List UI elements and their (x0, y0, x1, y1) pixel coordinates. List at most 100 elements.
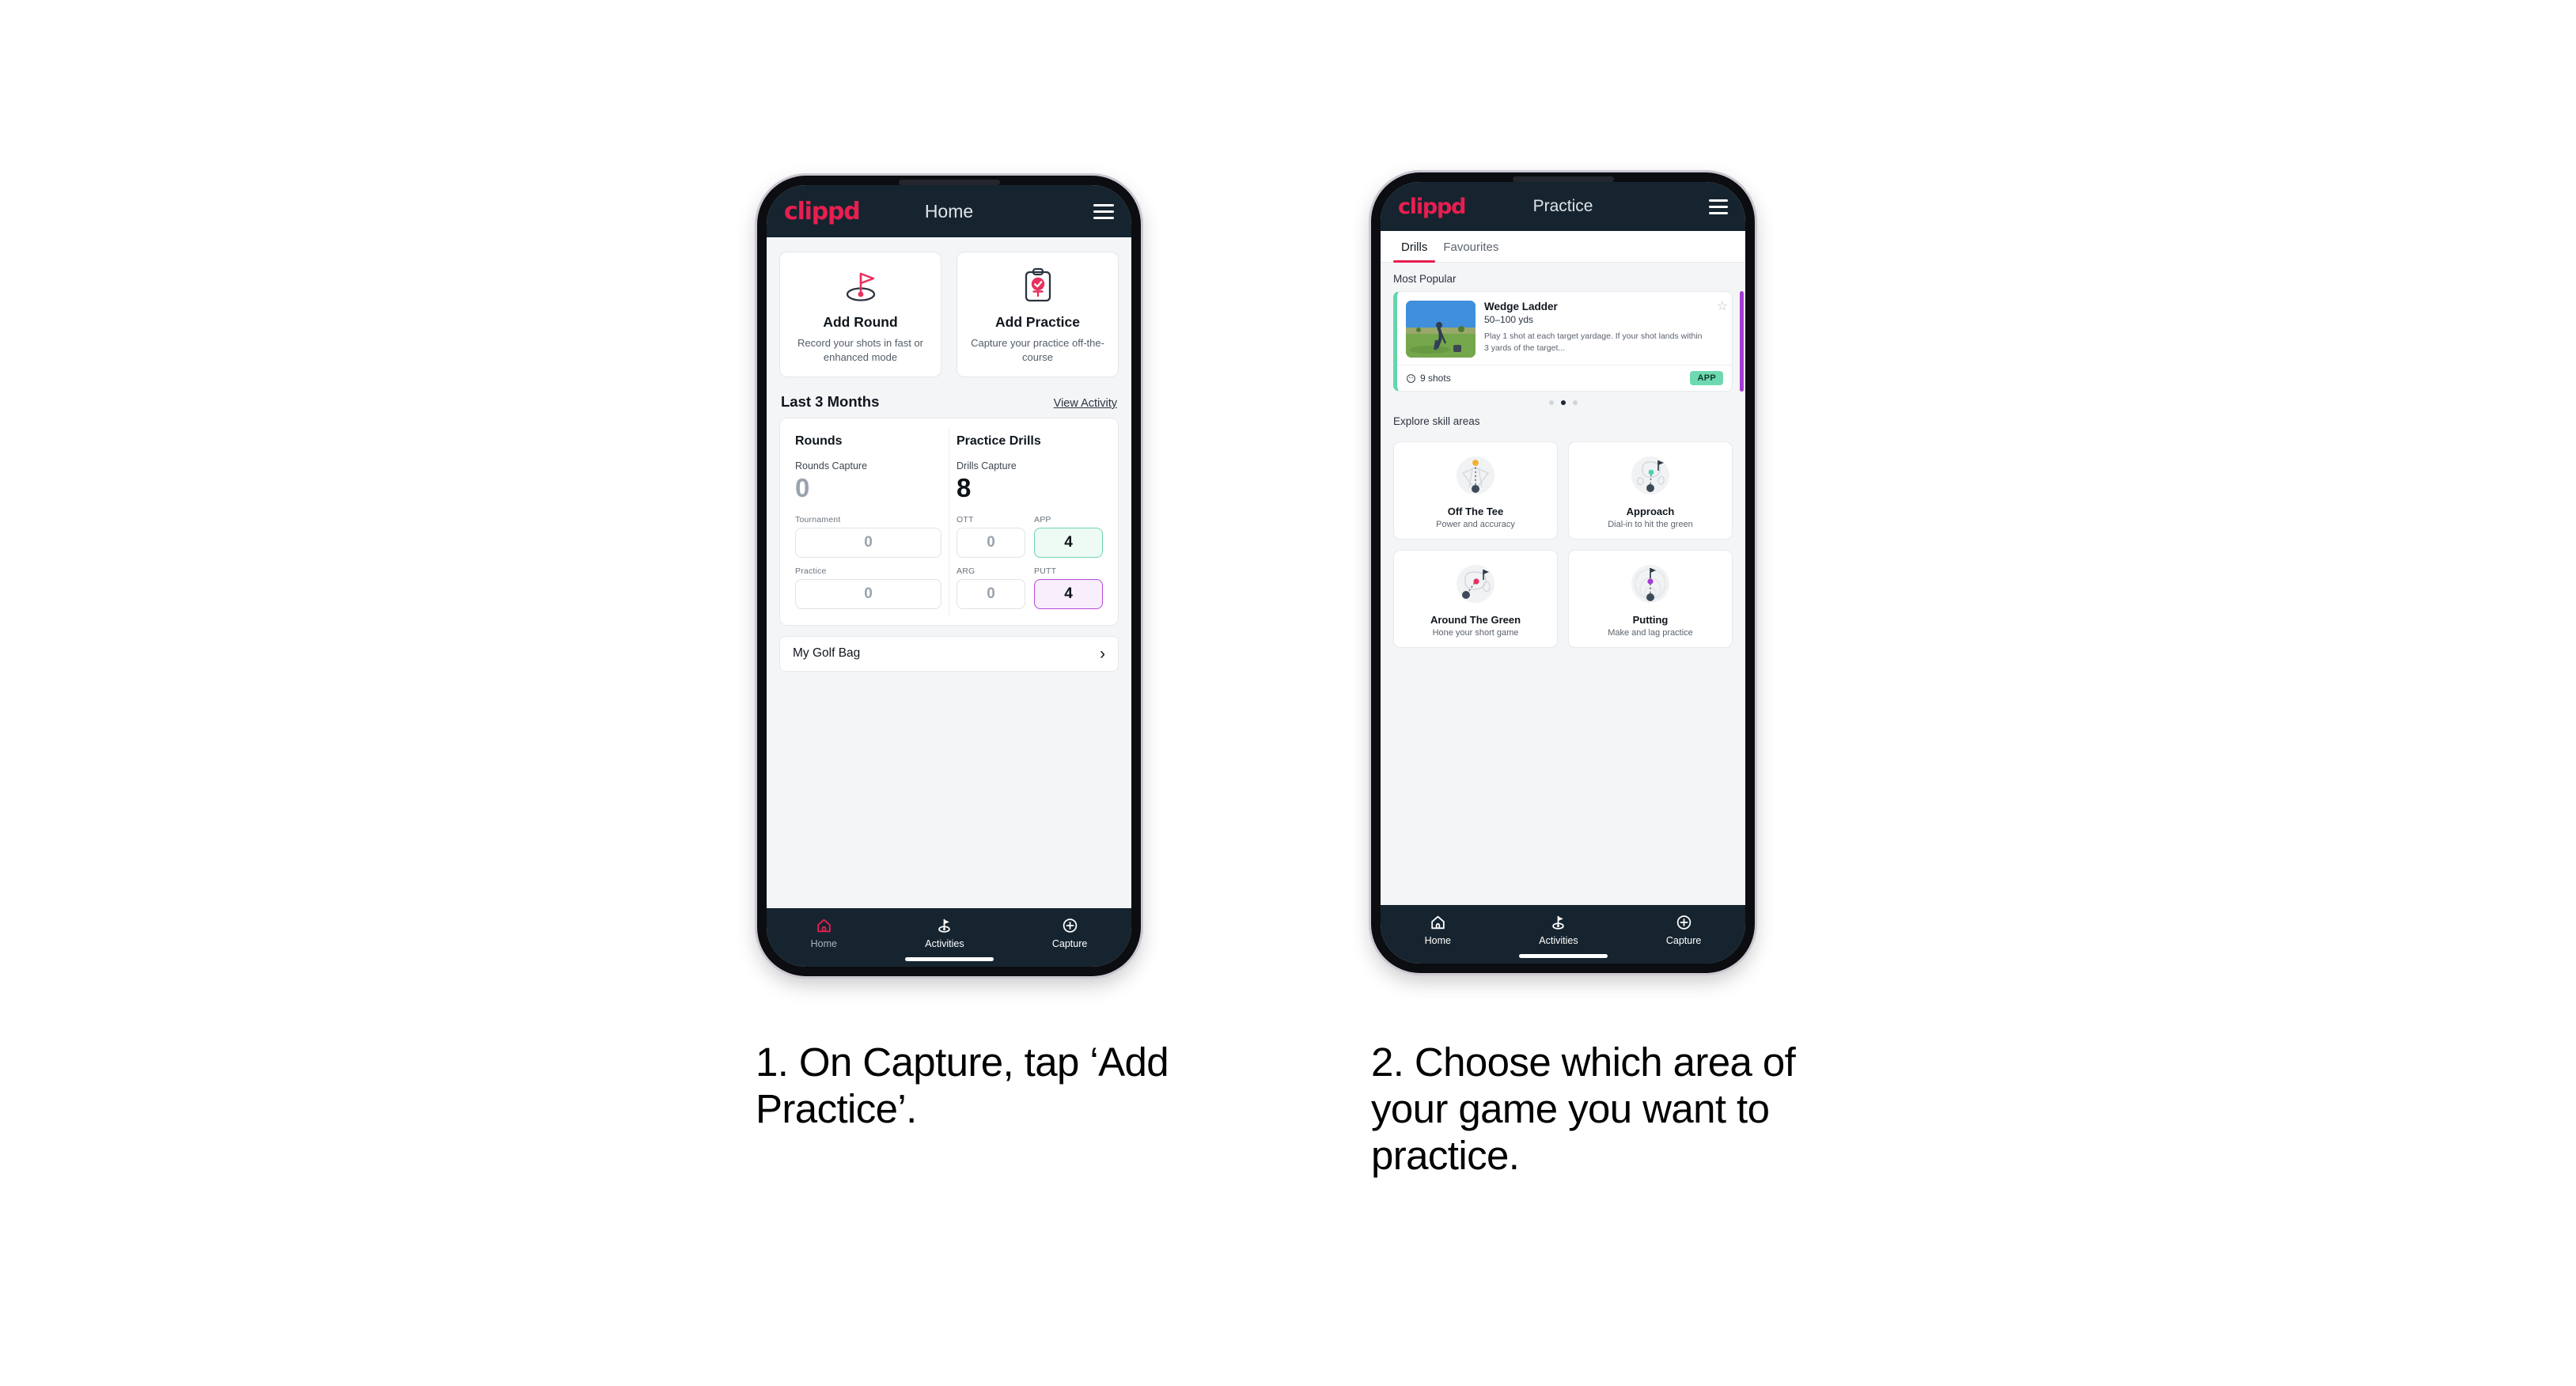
bottom-nav: Home Activities Capture (1381, 905, 1745, 964)
nav-label-activities: Activities (925, 938, 964, 949)
nav-item-home[interactable]: Home (1425, 914, 1451, 946)
carousel-dot-3[interactable] (1572, 400, 1578, 405)
chevron-right-icon: › (1100, 644, 1105, 663)
skill-areas-grid: Off The Tee Power and accuracy Approach … (1381, 434, 1745, 648)
app-bar: clippd Practice (1381, 182, 1745, 231)
tournament-block: Tournament 0 (795, 515, 941, 558)
rounds-capture-value: 0 (795, 472, 810, 502)
drills-heading: Practice Drills (957, 434, 1041, 448)
caption-step-1: 1. On Capture, tap ‘Add Practice’. (756, 1040, 1169, 1132)
home-indicator (904, 957, 994, 961)
nav-label-capture: Capture (1051, 938, 1088, 949)
add-round-card[interactable]: Add Round Record your shots in fast or e… (779, 252, 941, 377)
drill-details: ☆ Wedge Ladder 50–100 yds Play 1 shot at… (1484, 301, 1728, 358)
off-the-tee-icon (1399, 451, 1552, 500)
section-header: Last 3 Months View Activity (767, 377, 1131, 418)
phone-frame: clippd Practice Drills Favourites Most P… (1371, 172, 1755, 973)
drill-card-body: ☆ Wedge Ladder 50–100 yds Play 1 shot at… (1397, 292, 1732, 365)
golf-flag-icon (786, 267, 934, 306)
skill-title: Putting (1632, 614, 1669, 626)
phone-frame: clippd Home Add Round Record your shots … (757, 176, 1141, 976)
rounds-capture-label: Rounds Capture (795, 460, 868, 471)
drill-card[interactable]: ☆ Wedge Ladder 50–100 yds Play 1 shot at… (1393, 291, 1733, 392)
my-golf-bag-label: My Golf Bag (793, 646, 861, 661)
quick-actions-row: Add Round Record your shots in fast or e… (767, 237, 1131, 377)
arg-label: ARG (957, 566, 975, 576)
skill-title: Around The Green (1430, 614, 1521, 626)
add-round-title: Add Round (823, 314, 898, 330)
skill-title: Off The Tee (1447, 506, 1504, 517)
caption-step-2: 2. Choose which area of your game you wa… (1371, 1040, 1796, 1179)
drill-tiles-row-2: ARG 0 PUTT 4 (957, 566, 1103, 609)
approach-icon (1574, 451, 1727, 500)
nav-item-activities[interactable]: Activities (925, 917, 964, 949)
drill-carousel: ☆ Wedge Ladder 50–100 yds Play 1 shot at… (1381, 291, 1745, 392)
putt-label: PUTT (1034, 566, 1057, 576)
hamburger-icon[interactable] (1709, 199, 1728, 214)
skill-subtitle: Hone your short game (1432, 628, 1519, 638)
putt-tile[interactable]: 4 (1034, 578, 1103, 609)
drills-capture-value: 8 (957, 472, 972, 502)
nav-item-home[interactable]: Home (811, 917, 837, 949)
ott-label: OTT (957, 514, 974, 524)
drill-description: Play 1 shot at each target yardage. If y… (1484, 331, 1703, 354)
practice-drills-column: Practice Drills Drills Capture 8 OTT 0 A… (949, 427, 1110, 615)
add-practice-subtitle: Capture your practice off-the-course (971, 337, 1104, 363)
phone-mockup-home: clippd Home Add Round Record your shots … (757, 176, 1141, 976)
next-drill-card-edge[interactable] (1740, 291, 1744, 392)
drills-capture-label: Drills Capture (957, 460, 1017, 471)
clippd-logo[interactable]: clippd (1398, 195, 1467, 219)
nav-item-activities[interactable]: Activities (1539, 914, 1578, 946)
carousel-dot-2[interactable] (1560, 400, 1566, 405)
skill-card-off-the-tee[interactable]: Off The Tee Power and accuracy (1393, 441, 1558, 540)
drill-tiles-row-1: OTT 0 APP 4 (957, 515, 1103, 558)
nav-item-capture[interactable]: Capture (1666, 914, 1701, 946)
app-tile[interactable]: 4 (1034, 527, 1103, 558)
clippd-logo[interactable]: clippd (784, 198, 861, 225)
activities-golf-icon (938, 918, 951, 933)
hamburger-icon[interactable] (1093, 203, 1114, 219)
rounds-heading: Rounds (795, 434, 843, 448)
arg-tile[interactable]: 0 (957, 578, 1025, 609)
tab-drills[interactable]: Drills (1393, 231, 1436, 263)
drill-card-footer: 9 shots APP (1397, 365, 1732, 391)
bottom-nav: Home Activities Capture (767, 908, 1131, 967)
nav-label-activities: Activities (1539, 935, 1578, 946)
drill-category-badge: APP (1690, 371, 1723, 385)
tournament-tile[interactable]: 0 (795, 527, 941, 558)
nav-label-home: Home (1424, 935, 1451, 946)
add-practice-card[interactable]: Add Practice Capture your practice off-t… (957, 252, 1119, 377)
carousel-dot-1[interactable] (1548, 400, 1554, 405)
activities-golf-icon (1552, 915, 1565, 930)
add-practice-title: Add Practice (995, 314, 1080, 330)
skill-card-around-the-green[interactable]: Around The Green Hone your short game (1393, 550, 1558, 648)
home-indicator (1518, 954, 1608, 958)
ott-tile[interactable]: 0 (957, 527, 1025, 558)
star-outline-icon[interactable]: ☆ (1717, 301, 1728, 313)
practice-tile[interactable]: 0 (795, 578, 941, 609)
practice-content: Most Popular ☆ Wedge Ladder 50–100 yds P… (1381, 263, 1745, 905)
tab-favourites[interactable]: Favourites (1435, 231, 1506, 262)
phone-screen: clippd Home Add Round Record your shots … (767, 185, 1131, 967)
skill-card-approach[interactable]: Approach Dial-in to hit the green (1568, 441, 1733, 540)
screenshot-canvas: clippd Home Add Round Record your shots … (0, 0, 2576, 1386)
explore-skill-areas-label: Explore skill areas (1393, 415, 1480, 427)
most-popular-label: Most Popular (1393, 273, 1457, 285)
rounds-column: Rounds Rounds Capture 0 Tournament 0 Pra… (788, 428, 949, 615)
capture-plus-icon (1063, 918, 1077, 933)
view-activity-link[interactable]: View Activity (1054, 397, 1117, 410)
nav-label-home: Home (810, 938, 837, 949)
section-title: Last 3 Months (781, 392, 880, 410)
home-icon (1431, 915, 1445, 930)
tab-bar: Drills Favourites (1381, 231, 1745, 263)
nav-item-capture[interactable]: Capture (1052, 917, 1087, 949)
my-golf-bag-row[interactable]: My Golf Bag › (779, 635, 1119, 672)
capture-plus-icon (1676, 915, 1691, 930)
nav-label-capture: Capture (1665, 935, 1702, 946)
drill-thumbnail (1406, 301, 1476, 358)
practice-block: Practice 0 (795, 566, 941, 609)
around-the-green-icon (1399, 559, 1552, 608)
add-round-subtitle: Record your shots in fast or enhanced mo… (797, 337, 923, 363)
drill-yardage: 50–100 yds (1484, 314, 1534, 325)
skill-card-putting[interactable]: Putting Make and lag practice (1568, 550, 1733, 648)
